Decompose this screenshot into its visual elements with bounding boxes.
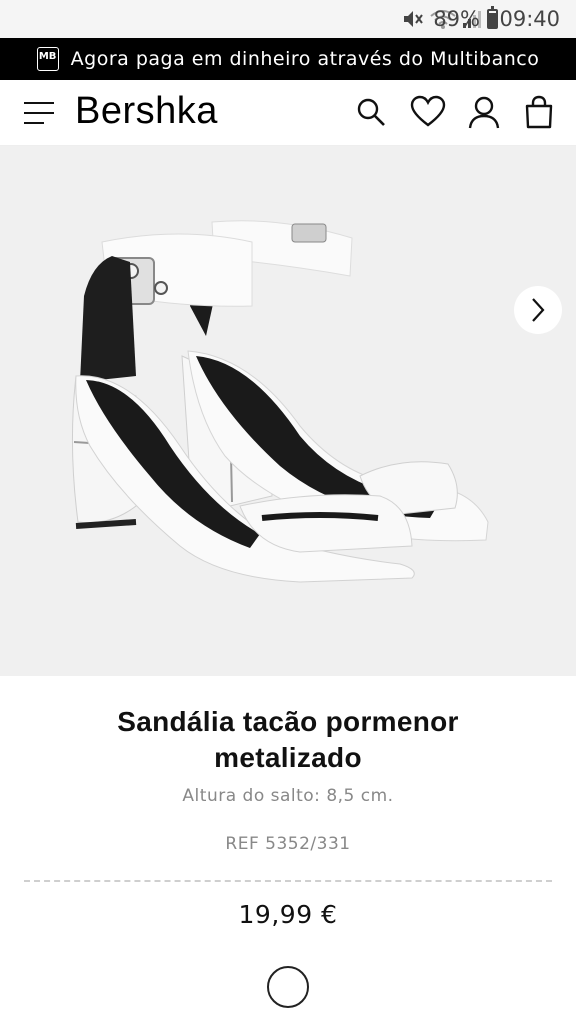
menu-icon[interactable] — [24, 102, 54, 124]
brand-logo[interactable]: Bershka — [75, 90, 218, 133]
heart-icon[interactable] — [410, 95, 446, 129]
product-subtitle: Altura do salto: 8,5 cm. — [182, 786, 394, 806]
chevron-right-icon — [532, 298, 545, 322]
status-time: 09:40 — [499, 7, 560, 31]
product-ref: REF 5352/331 — [225, 834, 351, 854]
battery-percent: 89% — [433, 7, 480, 31]
product-price: 19,99 € — [238, 900, 338, 929]
search-icon[interactable] — [354, 95, 388, 129]
color-swatch-white[interactable] — [267, 966, 309, 1008]
promo-text: Agora paga em dinheiro através do Multib… — [70, 48, 540, 70]
mute-icon — [404, 11, 423, 27]
bag-icon[interactable] — [522, 95, 556, 129]
promo-banner[interactable]: MB Agora paga em dinheiro através do Mul… — [0, 38, 576, 80]
multibanco-logo: MB — [36, 47, 59, 71]
app-header: Bershka — [0, 80, 576, 146]
sandal-image — [71, 220, 489, 583]
product-info: Sandália tacão pormenor metalizado Altur… — [0, 676, 576, 1024]
status-bar: 89% 09:40 — [0, 0, 576, 38]
divider — [24, 880, 552, 882]
battery-icon — [487, 6, 498, 29]
user-icon[interactable] — [467, 95, 501, 129]
product-title: Sandália tacão pormenor metalizado — [117, 706, 459, 773]
next-image-button[interactable] — [514, 286, 562, 334]
product-image[interactable] — [0, 146, 576, 676]
